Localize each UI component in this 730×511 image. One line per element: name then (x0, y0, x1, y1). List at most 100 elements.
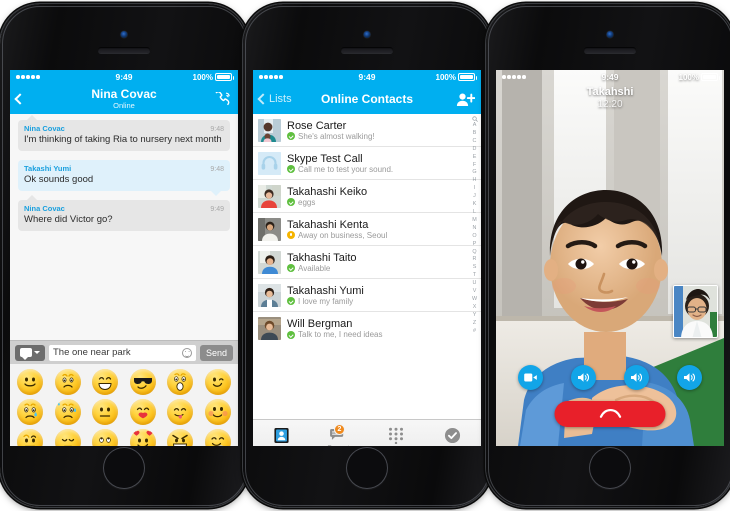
home-button[interactable] (346, 447, 388, 489)
chat-message-list[interactable]: Nina Covac 9:48 I'm thinking of taking R… (10, 114, 238, 340)
message-mode-button[interactable] (15, 344, 45, 361)
index-letter[interactable]: L (473, 209, 476, 217)
index-letter[interactable]: J (473, 193, 476, 201)
index-letter[interactable]: P (473, 241, 477, 249)
index-letter[interactable]: U (473, 280, 477, 288)
tab-people[interactable]: People (253, 420, 310, 446)
contact-card-icon (274, 427, 289, 444)
index-letter[interactable]: S (473, 264, 477, 272)
emoji-blush[interactable] (204, 399, 231, 425)
index-letter[interactable]: Y (473, 312, 477, 320)
index-letter[interactable]: G (472, 169, 476, 177)
contact-status: I love my family (298, 296, 354, 306)
tab-profile[interactable]: Profile (424, 420, 481, 446)
index-letter[interactable]: I (474, 185, 476, 193)
contacts-list[interactable]: Rose Carter She's almost walking! Skype … (253, 114, 481, 419)
list-item[interactable]: Rose Carter She's almost walking! (253, 114, 481, 147)
lists-back-button[interactable]: Lists (257, 93, 292, 105)
emoji-surprised[interactable] (167, 369, 194, 395)
speaker-icon (684, 373, 696, 382)
contact-info: Takahashi Keiko eggs (287, 186, 367, 207)
emoji-cry[interactable] (17, 399, 43, 425)
screen-contacts: 9:49 100% Lists Online Contacts Rose Car… (253, 70, 481, 446)
list-item[interactable]: Will Bergman Talk to me, I need ideas (253, 312, 481, 345)
index-letter[interactable]: C (473, 138, 477, 146)
index-letter[interactable]: Q (472, 249, 476, 257)
message-input[interactable]: The one near park (49, 344, 196, 361)
tab-recent[interactable]: 2 Recent (310, 420, 367, 446)
message-text: I'm thinking of taking Ria to nursery ne… (24, 134, 222, 145)
speaker-icon (578, 373, 590, 382)
emoji-sleepy[interactable] (54, 429, 81, 446)
presence-online-icon (287, 264, 295, 272)
index-letter[interactable]: W (472, 296, 477, 304)
emoji-cool[interactable] (129, 369, 156, 395)
status-time: 9:49 (358, 72, 376, 82)
emoji-laugh[interactable] (92, 369, 119, 395)
emoji-tongue[interactable] (167, 399, 194, 425)
home-button[interactable] (589, 447, 631, 489)
index-letter[interactable]: V (473, 288, 477, 296)
index-letter[interactable]: # (473, 328, 476, 336)
list-item[interactable]: Takahashi Kenta Away on business, Seoul (253, 213, 481, 246)
avatar (258, 317, 281, 340)
video-call-button[interactable] (215, 92, 232, 106)
emoji-confused[interactable] (17, 429, 43, 446)
smiley-icon[interactable] (181, 347, 192, 358)
emoji-sad[interactable] (54, 369, 81, 395)
chat-nav-bar: Nina Covac Online (10, 84, 238, 114)
emoji-picker[interactable] (10, 364, 238, 446)
emoji-giggle[interactable] (204, 429, 231, 446)
index-letter[interactable]: T (473, 272, 476, 280)
emoji-sweat[interactable] (54, 399, 81, 425)
index-letter[interactable]: B (473, 130, 477, 138)
speaker-button-3[interactable] (677, 365, 702, 390)
index-letter[interactable]: R (473, 256, 477, 264)
index-letter[interactable]: M (472, 217, 477, 225)
emoji-neutral[interactable] (92, 399, 119, 425)
index-letter[interactable]: K (473, 201, 477, 209)
emoji-wink[interactable] (204, 369, 231, 395)
call-duration: 12:20 (597, 99, 623, 110)
back-button[interactable] (14, 93, 26, 105)
contact-mood-row: She's almost walking! (287, 132, 375, 141)
speaker-button-1[interactable] (571, 365, 596, 390)
earpiece-speaker (98, 47, 150, 53)
three-phone-skype-mockup: 9:49 100% Nina Covac Online Nina Covac 9… (0, 0, 730, 511)
end-call-button[interactable] (554, 401, 666, 427)
local-video-feed (674, 286, 717, 337)
home-button[interactable] (103, 447, 145, 489)
toggle-video-button[interactable] (518, 365, 543, 390)
index-letter[interactable]: N (473, 225, 477, 233)
index-letter[interactable]: X (473, 304, 477, 312)
emoji-kiss[interactable] (129, 399, 156, 425)
alphabet-index-bar[interactable]: A B C D E F G H I J K L M N O P Q R S T … (470, 116, 479, 419)
send-button[interactable]: Send (199, 344, 233, 361)
chat-contact-presence: Online (113, 101, 135, 110)
index-letter[interactable]: E (473, 154, 477, 162)
list-item[interactable]: Takahashi Yumi I love my family (253, 279, 481, 312)
index-letter[interactable]: A (473, 122, 477, 130)
emoji-rolleyes[interactable] (92, 429, 119, 446)
add-contact-button[interactable] (456, 92, 475, 107)
contact-name: Takhashi Taito (287, 251, 357, 264)
index-letter[interactable]: F (473, 162, 476, 170)
tab-call-phones[interactable]: Call Phones (367, 420, 424, 446)
self-view-thumbnail[interactable] (673, 285, 718, 338)
index-letter[interactable]: D (473, 146, 477, 154)
index-letter[interactable]: Z (473, 320, 476, 328)
list-item[interactable]: Takahashi Keiko eggs (253, 180, 481, 213)
speaker-button-2[interactable] (624, 365, 649, 390)
index-letter[interactable]: O (472, 233, 476, 241)
emoji-smile[interactable] (17, 369, 43, 395)
contact-mood-row: I love my family (287, 297, 364, 306)
video-call-stream[interactable]: 9:49 100% Takahshi 12:20 (496, 70, 724, 446)
list-item[interactable]: Skype Test Call Call me to test your sou… (253, 147, 481, 180)
back-label: Lists (269, 93, 292, 105)
avatar (258, 118, 281, 142)
emoji-evilgrin[interactable] (167, 429, 194, 446)
list-item[interactable]: Takhashi Taito Available (253, 246, 481, 279)
contact-name: Takahashi Keiko (287, 185, 368, 198)
emoji-inlove[interactable] (129, 429, 156, 446)
index-letter[interactable]: H (473, 177, 477, 185)
